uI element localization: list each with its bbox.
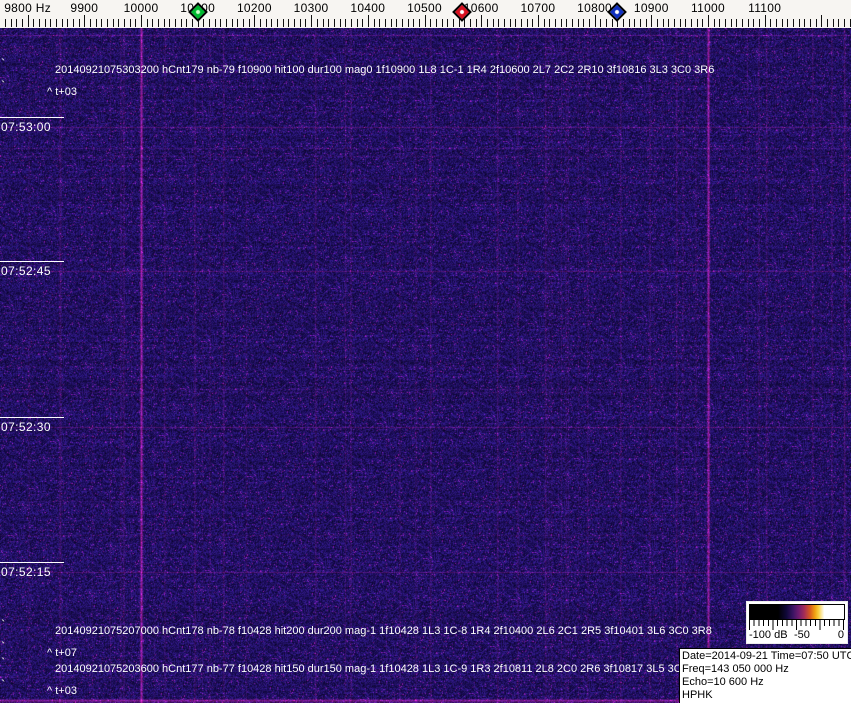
edge-mark: `: [1, 78, 6, 93]
edge-mark: `: [1, 639, 6, 654]
info-station-id: HPHK: [682, 689, 713, 701]
info-echo-frequency: Echo=10 600 Hz: [682, 676, 764, 688]
time-label: 07:53:00: [0, 117, 64, 134]
echo-annotation: 20140921075207000 hCnt178 nb-78 f10428 h…: [55, 625, 712, 637]
info-frequency: Freq=143 050 000 Hz: [682, 663, 789, 675]
edge-mark: `: [1, 677, 6, 692]
time-label: 07:52:30: [0, 417, 64, 434]
station-info-box: Date=2014-09-21 Time=07:50 UTC Freq=143 …: [679, 648, 851, 703]
colorbar-labels: -100 dB -50 0: [747, 629, 847, 642]
echo-annotation: 20140921075203600 hCnt177 nb-77 f10428 h…: [55, 663, 688, 675]
echo-annotation: ^ t+07: [47, 647, 77, 659]
time-label: 07:52:15: [0, 562, 64, 579]
colorbar-label-max: 0: [837, 629, 844, 641]
colorbar-label-mid: -50: [794, 629, 810, 641]
echo-annotation: ^ t+03: [47, 86, 77, 98]
edge-mark: `: [1, 56, 6, 71]
time-label: 07:52:45: [0, 261, 64, 278]
info-date-time: Date=2014-09-21 Time=07:50 UTC: [682, 650, 851, 662]
spectrogram-overlays: 07:53:00 07:52:45 07:52:30 07:52:15 20140921…: [0, 0, 851, 703]
edge-mark: `: [1, 617, 6, 632]
intensity-colorbar: -100 dB -50 0: [746, 601, 848, 644]
meteor-spectrogram-screen: 9800 Hz990010000101001020010300104001050…: [0, 0, 851, 703]
echo-annotation: 20140921075303200 hCnt179 nb-79 f10900 h…: [55, 64, 715, 76]
colorbar-label-min: -100 dB: [749, 629, 788, 641]
edge-mark: `: [1, 655, 6, 670]
echo-annotation: ^ t+03: [47, 685, 77, 697]
colorbar-gradient: [749, 604, 845, 620]
